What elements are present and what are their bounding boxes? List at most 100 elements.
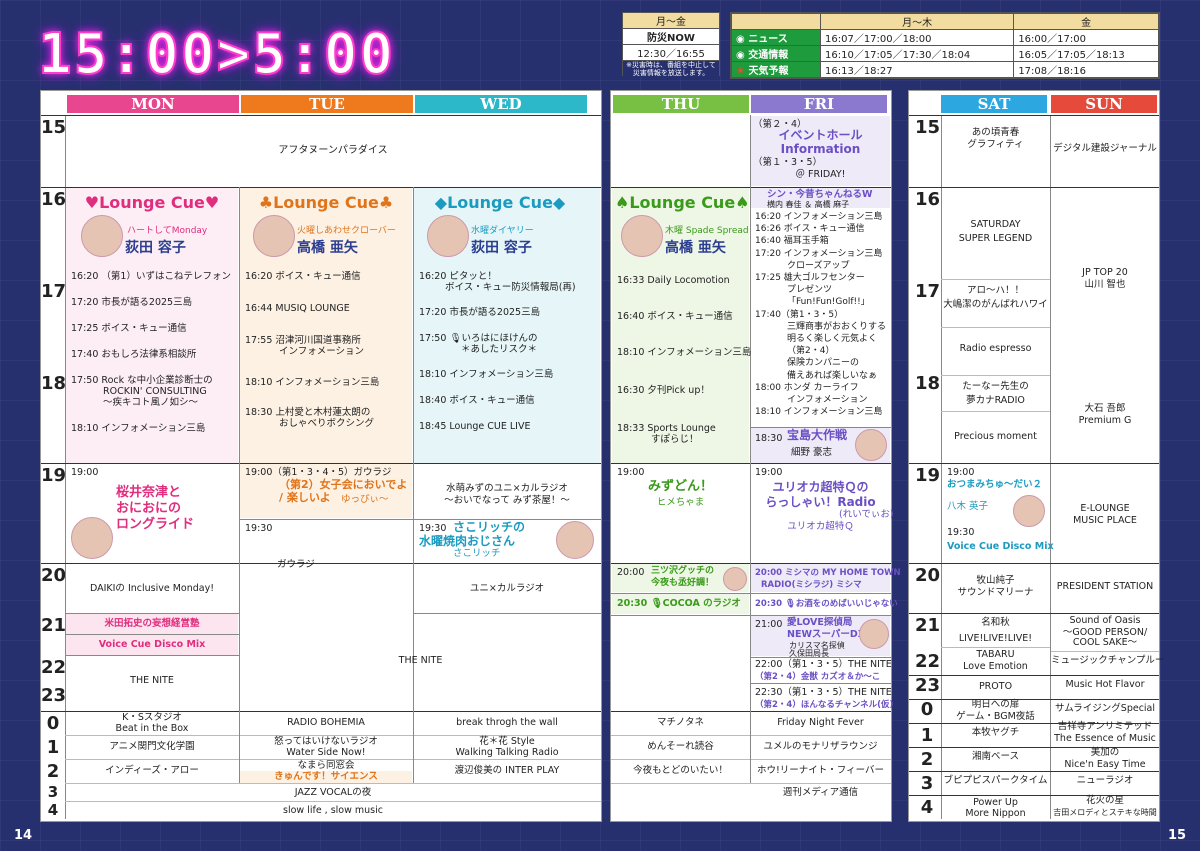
hour-20: 20 [41,565,67,586]
tue-19-joshikai: （第2）女子会においでよ [279,478,408,491]
wed-item-7: 18:40 ボイス・キュー通信 [419,395,535,406]
wk-hour-21: 21 [915,615,941,636]
news-icon: ◉ [736,34,749,45]
fri-item-4: 17:20 インフォメーション三島 [755,248,883,259]
wed-1930-host: さこリッチ [453,548,501,559]
weather-label: ☀ 天気予報 [731,61,821,78]
fri-19-host: ユリオカ超特Ｑ [787,521,854,532]
fri-20-program-2: RADIO(ミシラジ) ミシマ [761,580,862,590]
fri-15-event-hall: イベントホール [778,128,863,142]
wed-item-8: 18:45 Lounge CUE LIVE [419,421,531,432]
hour-3: 3 [47,783,59,801]
tue-19-tanoshii: / 楽しいよ [279,491,331,504]
fri-item-5: クローズアップ [787,260,850,271]
mon-item-4: 17:40 おもしろ法律系相談所 [71,349,197,360]
wed-2-program: 渡辺俊美の INTER PLAY [454,765,560,776]
sat-program-24: ゲーム・BGM夜話 [956,711,1035,722]
hour-19: 19 [41,465,67,486]
mon-1-program: アニメ関門文化学園 [109,741,195,752]
panel-mon-wed: MON TUE WED 15 16 17 18 19 20 21 22 23 0… [40,90,602,822]
mon-19-time: 19:00 [71,467,99,478]
hour-23: 23 [41,685,67,706]
bousai-name: 防災NOW [623,29,719,45]
news-mon-thu: 16:07／17:00／18:00 [819,29,1015,46]
mon-20-program: DAIKIの Inclusive Monday! [89,583,215,594]
sat-program-27: ブピプピスパークタイム [943,775,1048,786]
slow-life-program: slow life , slow music [283,805,383,816]
sat-program-25: 本牧ヤグチ [971,727,1020,738]
wk-hour-19: 19 [915,465,941,486]
fri-item-9: 17:40（第1・3・5） [755,309,844,320]
sat-program-1: あの頃青春 [971,127,1020,138]
day-header-thu: THU [613,95,749,113]
sat-program-2: グラフィティ [967,139,1024,150]
fri-2-program: ホウ!リーナイト・フィーバー [756,765,885,776]
traffic-fri: 16:05／17:05／18:13 [1013,45,1159,62]
jazz-vocal-program: JAZZ VOCALの夜 [294,787,372,798]
wed-1930-program-2: 水曜焼肉おじさん [419,534,516,548]
wed-lounge-cue-title: ◆Lounge Cue◆ [434,193,566,212]
hour-4: 4 [47,801,59,819]
thu-19-time: 19:00 [617,467,645,478]
fri-item-12: （第2・4） [787,346,835,357]
sat-program-13: 八木 英子 [947,501,989,512]
fri-item-1: 16:20 インフォメーション三島 [755,212,883,222]
thu-19-host: ヒメちゃま [656,497,705,508]
fri-1-program: ユメルのモナリザラウンジ [763,741,878,752]
sun-program-4: 大石 吾郎 [1084,403,1126,414]
tue-0-program: RADIO BOHEMIA [287,717,365,728]
bousai-info-box: 月〜金 防災NOW 12:30／16:55 ※災害時は、番組を中止して 災害情報… [622,12,720,77]
tue-lounge-sub: 火曜しあわせクローバー [297,226,396,236]
sat-19-avatar [1013,495,1045,527]
car-icon: ◉ [736,50,749,61]
tue-2-program-2: きゅんです！サイエンス [274,771,378,782]
sat-program-26: 湘南ベース [971,751,1020,762]
sun-program-5: Premium G [1078,415,1132,426]
fri-1830-time: 18:30 [755,433,783,444]
sat-program-9: 夢カナRADIO [966,395,1025,406]
wk-hour-0: 0 [920,699,934,720]
sat-program-18: 名和秋 [981,617,1010,628]
sun-program-6: E-LOUNGE [1080,503,1130,514]
hour-21: 21 [41,615,67,636]
weather-mon-thu: 16:13／18:27 [819,61,1015,78]
sat-program-3: SATURDAY [970,219,1021,230]
mon-21-program-2: Voice Cue Disco Mix [98,639,206,650]
thu-item-6: すぽらじ！ [651,434,699,445]
news-info-box: 月〜木 金 ◉ ニュース 16:07／17:00／18:00 16:00／17:… [730,12,1160,79]
fri-item-13: 保険カンパニーの [787,358,860,369]
info-empty-cell [731,13,821,30]
hour-2: 2 [46,761,60,782]
wed-19-program-1: 水萌みずのユニ×カルラジオ [446,483,568,494]
fri-item-10: 三輝商事がおおくりする [787,321,887,332]
fri-21-program-1: 愛LOVE探偵局 [787,617,853,628]
mon-item-1: 16:20 （第1）いずはこねテレフォン [71,271,231,282]
sat-program-6: 大嶋潔のがんばれハワイ [943,299,1048,310]
fri-16-hosts: 横内 春佳 ＆ 高橋 麻子 [767,200,850,209]
mon-19-program: 桜井奈津と おにおにの ロングライド [116,485,195,532]
wk-hour-3: 3 [920,773,934,794]
thu-lounge-host: 高橋 亜矢 [665,240,726,256]
sun-program-9: Sound of Oasis [1069,615,1141,626]
tue-host-avatar [253,215,295,257]
sun-program-16: The Essence of Music [1054,733,1156,744]
fri-item-8: 「Fun!Fun!Golf!!」 [787,297,870,308]
fri-3-program: 週刊メディア通信 [782,787,859,798]
fri-item-14: 備えあれば楽しいなぁ [787,370,878,381]
mon-item-7: 〜疾キコト風ノ如シ〜 [103,397,199,408]
news-fri: 16:00／17:00 [1013,29,1159,46]
mon-item-2: 17:20 市長が語る2025三島 [71,297,193,308]
sat-program-4: SUPER LEGEND [958,233,1033,244]
sat-program-5: アロ〜ハ！！ [966,285,1024,296]
wed-lounge-host: 荻田 容子 [471,240,532,256]
sat-program-14: 19:30 [947,527,975,538]
sat-program-8: たーなー先生の [962,381,1029,392]
mon-lounge-sub: ハートしてMonday [127,226,208,236]
hour-22: 22 [41,657,67,678]
tue-lounge-host: 高橋 亜矢 [297,240,358,256]
fri-19-program-2: らっしゃい！Radio [765,495,876,509]
mon-nite-program: THE NITE [130,675,174,686]
thu-1-program: めんそーれ読谷 [647,741,714,752]
fri-item-3: 16:40 福耳玉手箱 [755,236,829,247]
sat-program-20: TABARU [976,649,1015,660]
